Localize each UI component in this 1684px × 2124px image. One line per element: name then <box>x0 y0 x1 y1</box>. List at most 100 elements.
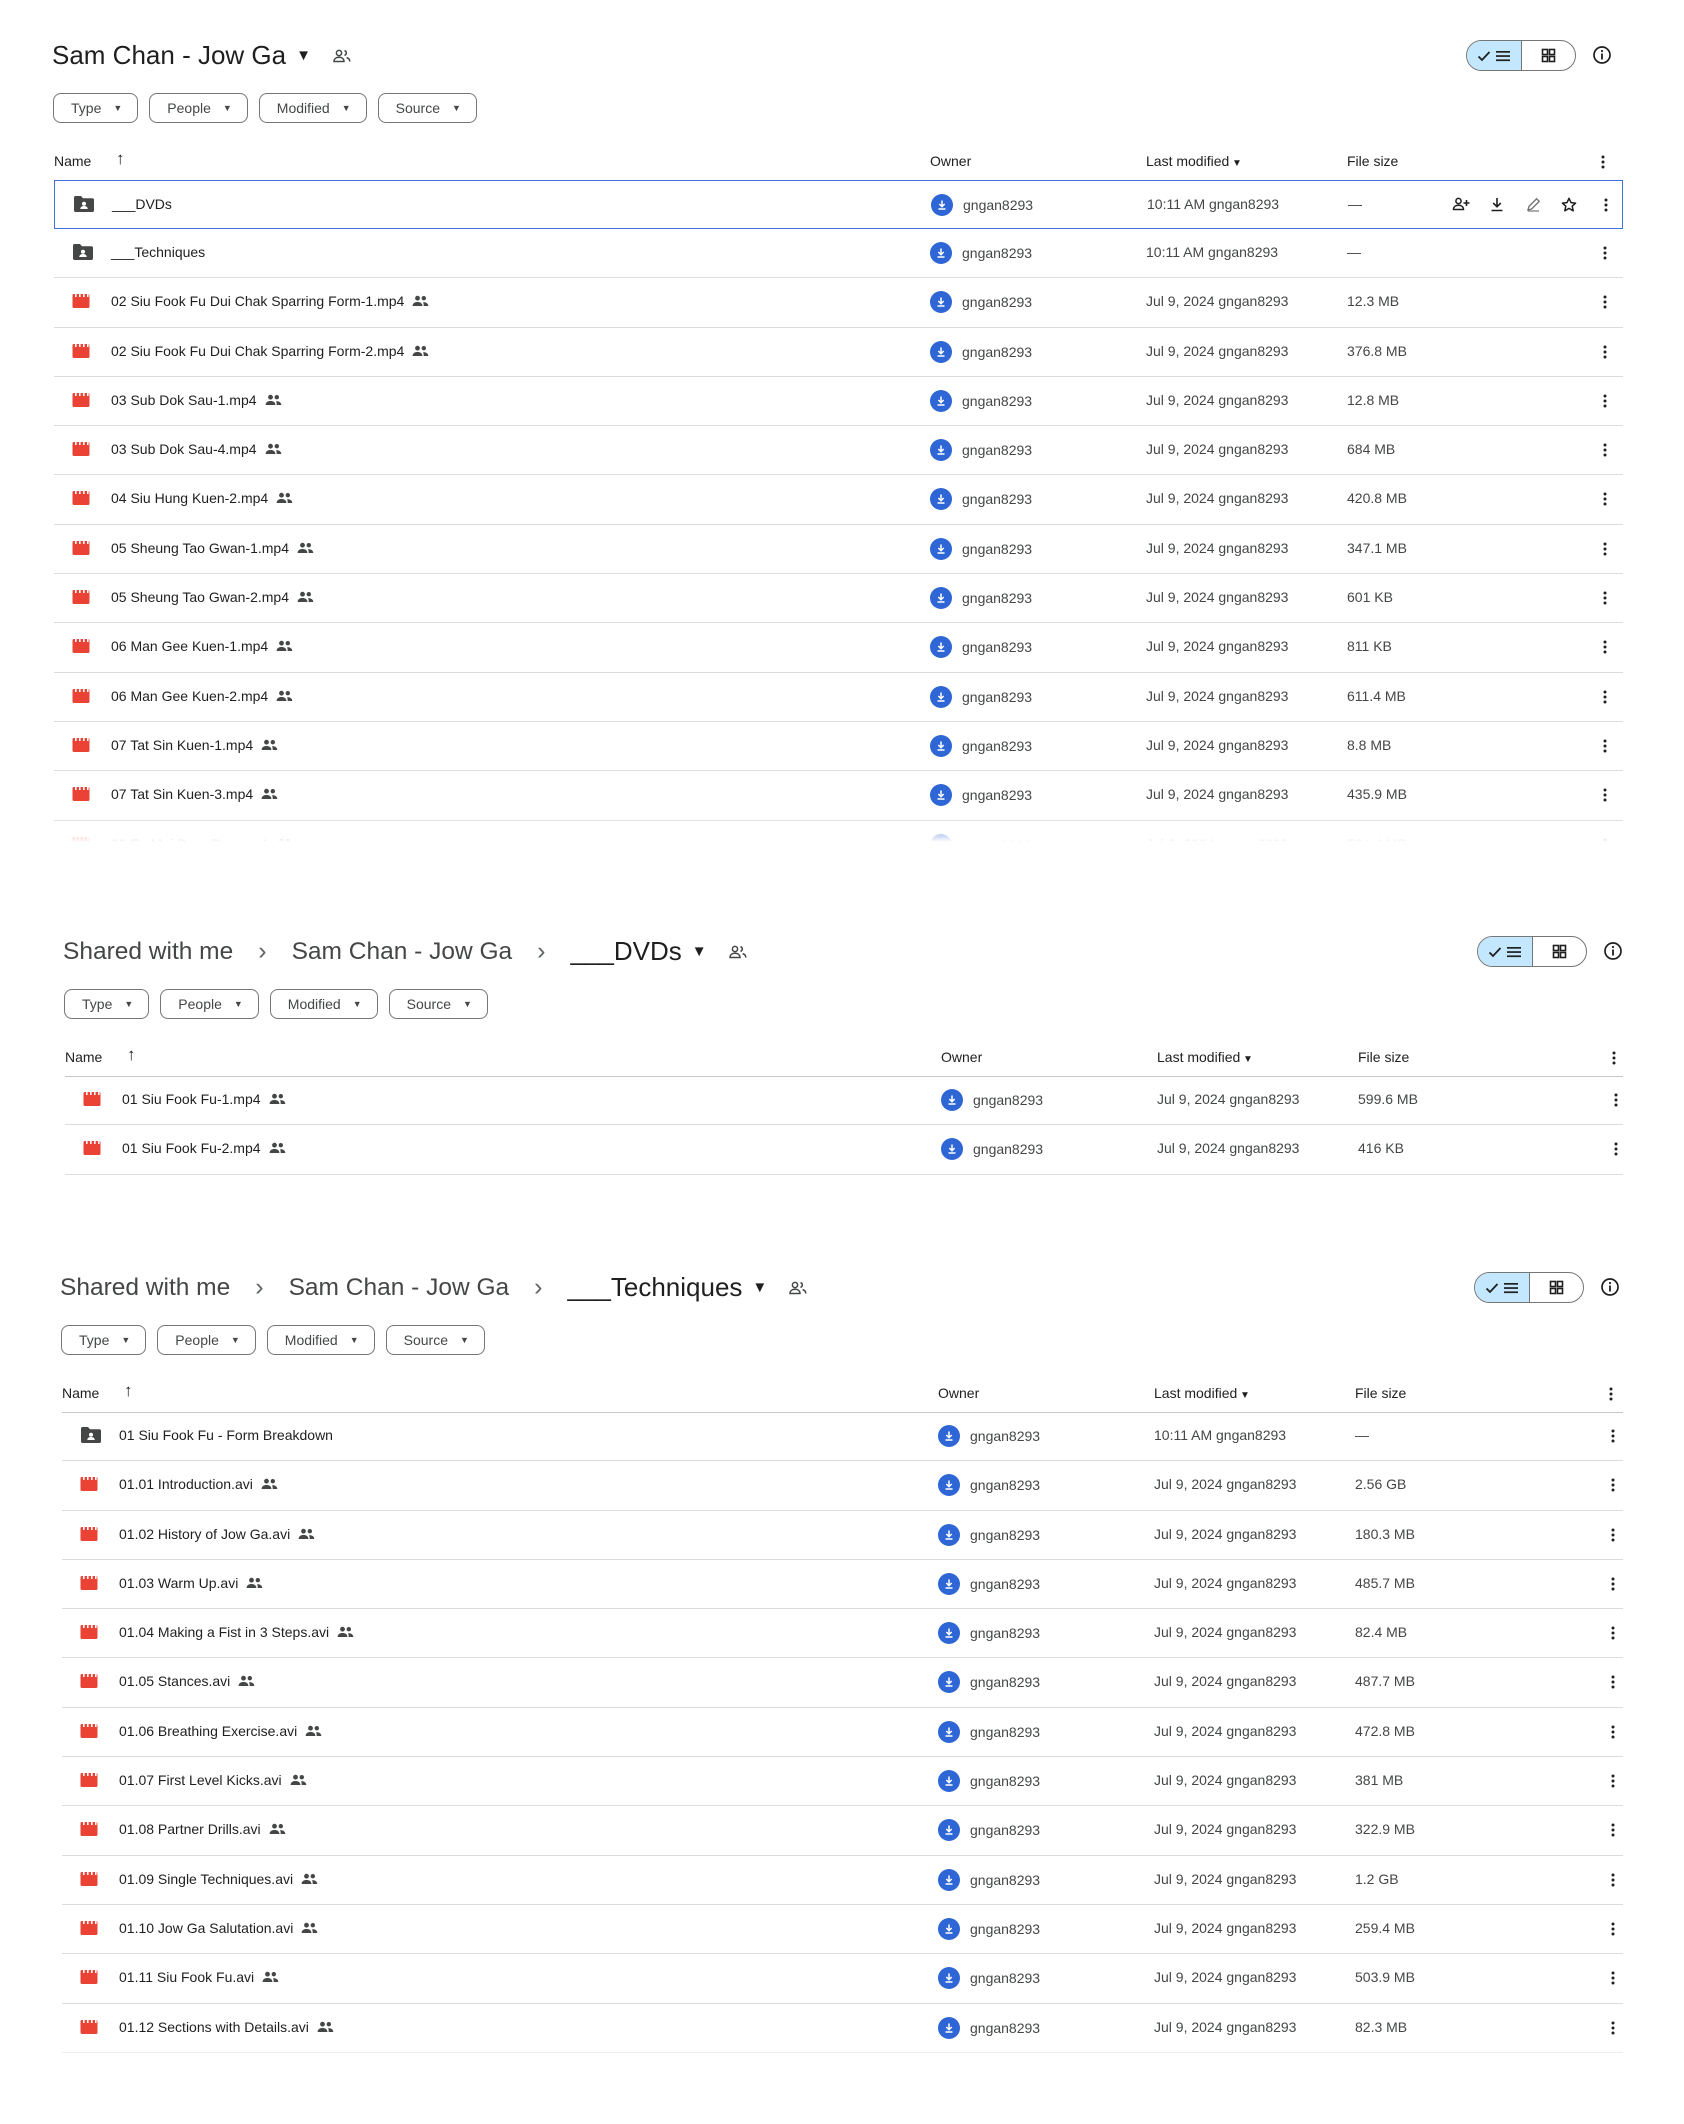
column-more-icon[interactable] <box>1612 1051 1616 1068</box>
shared-people-icon[interactable] <box>333 49 351 63</box>
column-last-modified[interactable]: Last modified ▼ <box>1157 1049 1253 1065</box>
file-row[interactable]: 03 Sub Dok Sau-1.mp4 gngan8293 Jul 9, 2024… <box>54 377 1623 427</box>
star-icon[interactable] <box>1560 194 1578 214</box>
column-name[interactable]: Name <box>65 1049 102 1065</box>
filter-chip-source[interactable]: Source ▼ <box>388 989 488 1019</box>
more-actions-icon[interactable] <box>1604 1722 1622 1742</box>
file-row[interactable]: ___Techniques gngan8293 10:11 AM gngan8293… <box>54 229 1623 279</box>
more-actions-icon[interactable] <box>1607 1090 1625 1110</box>
file-row[interactable]: 01.01 Introduction.avi gngan8293 Jul 9, 20… <box>62 1461 1623 1511</box>
more-actions-icon[interactable] <box>1604 1525 1622 1545</box>
file-row[interactable]: 04 Siu Hung Kuen-2.mp4 gngan8293 Jul 9, 20… <box>54 475 1623 525</box>
file-row[interactable]: ___DVDs gngan8293 10:11 AM gngan8293 — <box>54 180 1623 229</box>
file-row[interactable]: 01.04 Making a Fist in 3 Steps.avi gngan8… <box>62 1609 1623 1659</box>
breadcrumb-item[interactable]: Sam Chan - Jow Ga <box>289 1274 510 1302</box>
grid-view-button[interactable] <box>1530 1273 1584 1302</box>
add-person-icon[interactable] <box>1452 194 1470 214</box>
more-actions-icon[interactable] <box>1596 243 1614 263</box>
filter-chip-modified[interactable]: Modified ▼ <box>266 1325 375 1355</box>
sort-arrow-up-icon[interactable]: ↑ <box>116 149 125 169</box>
column-name[interactable]: Name <box>54 153 91 169</box>
file-row[interactable]: 01 Siu Fook Fu - Form Breakdown gngan8293… <box>62 1412 1623 1462</box>
column-last-modified[interactable]: Last modified ▼ <box>1146 153 1242 169</box>
more-actions-icon[interactable] <box>1596 391 1614 411</box>
file-row[interactable]: 01.05 Stances.avi gngan8293 Jul 9, 2024 gn… <box>62 1658 1623 1708</box>
info-icon[interactable] <box>1599 1276 1621 1298</box>
shared-people-icon[interactable] <box>728 945 747 959</box>
filter-chip-type[interactable]: Type ▼ <box>64 989 150 1019</box>
file-row[interactable]: 01.09 Single Techniques.avi gngan8293 Jul … <box>62 1856 1623 1905</box>
more-actions-icon[interactable] <box>1604 1968 1622 1988</box>
more-actions-icon[interactable] <box>1604 1820 1622 1840</box>
column-more-icon[interactable] <box>1601 155 1605 172</box>
more-actions-icon[interactable] <box>1604 2018 1622 2038</box>
shared-people-icon[interactable] <box>789 1281 807 1295</box>
current-folder-menu[interactable]: ___DVDs ▼ <box>570 936 706 967</box>
file-row[interactable]: 01.06 Breathing Exercise.avi gngan8293 Jul… <box>62 1708 1623 1758</box>
more-actions-icon[interactable] <box>1604 1870 1622 1890</box>
file-row[interactable]: 05 Sheung Tao Gwan-2.mp4 gngan8293 Jul 9, … <box>54 574 1623 624</box>
file-row[interactable]: 01 Siu Fook Fu-2.mp4 gngan8293 Jul 9, 2024… <box>65 1125 1625 1175</box>
column-last-modified[interactable]: Last modified ▼ <box>1154 1385 1250 1401</box>
filter-chip-modified[interactable]: Modified ▼ <box>258 93 367 123</box>
list-view-button[interactable] <box>1467 41 1522 70</box>
column-more-icon[interactable] <box>1609 1387 1613 1404</box>
list-view-button[interactable] <box>1475 1273 1530 1302</box>
file-row[interactable]: 01.11 Siu Fook Fu.avi gngan8293 Jul 9, 202… <box>62 1954 1623 2004</box>
list-view-button[interactable] <box>1478 937 1533 966</box>
file-row[interactable]: 05 Sheung Tao Gwan-1.mp4 gngan8293 Jul 9, … <box>54 525 1623 575</box>
filter-chip-modified[interactable]: Modified ▼ <box>269 989 378 1019</box>
grid-view-button[interactable] <box>1533 937 1587 966</box>
file-row[interactable]: 06 Man Gee Kuen-2.mp4 gngan8293 Jul 9, 202… <box>54 673 1623 722</box>
more-actions-icon[interactable] <box>1597 195 1615 215</box>
file-row[interactable]: 06 Man Gee Kuen-1.mp4 gngan8293 Jul 9, 202… <box>54 623 1623 673</box>
file-row[interactable]: 03 Sub Dok Sau-4.mp4 gngan8293 Jul 9, 2024… <box>54 426 1623 476</box>
breadcrumb-item[interactable]: Shared with me <box>60 1274 230 1302</box>
filter-chip-people[interactable]: People ▼ <box>149 93 248 123</box>
more-actions-icon[interactable] <box>1596 292 1614 312</box>
current-folder-menu[interactable]: ___Techniques ▼ <box>567 1272 767 1303</box>
file-row[interactable]: 01.08 Partner Drills.avi gngan8293 Jul 9, … <box>62 1806 1623 1856</box>
breadcrumb-item[interactable]: Sam Chan - Jow Ga <box>292 938 513 966</box>
more-actions-icon[interactable] <box>1596 440 1614 460</box>
more-actions-icon[interactable] <box>1596 687 1614 707</box>
more-actions-icon[interactable] <box>1604 1426 1622 1446</box>
filter-chip-people[interactable]: People ▼ <box>157 1325 256 1355</box>
more-actions-icon[interactable] <box>1596 637 1614 657</box>
sort-arrow-up-icon[interactable]: ↑ <box>124 1381 133 1401</box>
file-row[interactable]: 02 Siu Fook Fu Dui Chak Sparring Form-1.… <box>54 278 1623 328</box>
file-row[interactable]: 01.10 Jow Ga Salutation.avi gngan8293 Jul … <box>62 1905 1623 1955</box>
more-actions-icon[interactable] <box>1604 1672 1622 1692</box>
download-icon[interactable] <box>1488 194 1506 214</box>
file-row[interactable]: 07 Tat Sin Kuen-3.mp4 gngan8293 Jul 9, 202… <box>54 771 1623 821</box>
file-row[interactable]: 01.02 History of Jow Ga.avi gngan8293 Jul … <box>62 1511 1623 1560</box>
more-actions-icon[interactable] <box>1596 489 1614 509</box>
info-icon[interactable] <box>1591 44 1613 66</box>
more-actions-icon[interactable] <box>1596 736 1614 756</box>
sort-arrow-up-icon[interactable]: ↑ <box>127 1045 136 1065</box>
filter-chip-source[interactable]: Source ▼ <box>377 93 477 123</box>
grid-view-button[interactable] <box>1522 41 1576 70</box>
more-actions-icon[interactable] <box>1604 1771 1622 1791</box>
more-actions-icon[interactable] <box>1596 588 1614 608</box>
more-actions-icon[interactable] <box>1596 539 1614 559</box>
filter-chip-type[interactable]: Type ▼ <box>61 1325 147 1355</box>
edit-icon[interactable] <box>1524 194 1542 214</box>
info-icon[interactable] <box>1602 940 1624 962</box>
more-actions-icon[interactable] <box>1604 1623 1622 1643</box>
current-folder-menu[interactable]: Sam Chan - Jow Ga ▼ <box>52 40 311 71</box>
breadcrumb-item[interactable]: Shared with me <box>63 938 233 966</box>
more-actions-icon[interactable] <box>1604 1475 1622 1495</box>
file-row[interactable]: 02 Siu Fook Fu Dui Chak Sparring Form-2.… <box>54 328 1623 377</box>
file-row[interactable]: 01.03 Warm Up.avi gngan8293 Jul 9, 2024 gn… <box>62 1560 1623 1610</box>
file-row[interactable]: 01.07 First Level Kicks.avi gngan8293 Jul … <box>62 1757 1623 1807</box>
filter-chip-source[interactable]: Source ▼ <box>385 1325 485 1355</box>
more-actions-icon[interactable] <box>1607 1139 1625 1159</box>
filter-chip-type[interactable]: Type ▼ <box>53 93 139 123</box>
more-actions-icon[interactable] <box>1604 1574 1622 1594</box>
filter-chip-people[interactable]: People ▼ <box>160 989 259 1019</box>
more-actions-icon[interactable] <box>1604 1919 1622 1939</box>
more-actions-icon[interactable] <box>1596 342 1614 362</box>
more-actions-icon[interactable] <box>1596 785 1614 805</box>
file-row[interactable]: 01 Siu Fook Fu-1.mp4 gngan8293 Jul 9, 2024… <box>65 1076 1625 1126</box>
